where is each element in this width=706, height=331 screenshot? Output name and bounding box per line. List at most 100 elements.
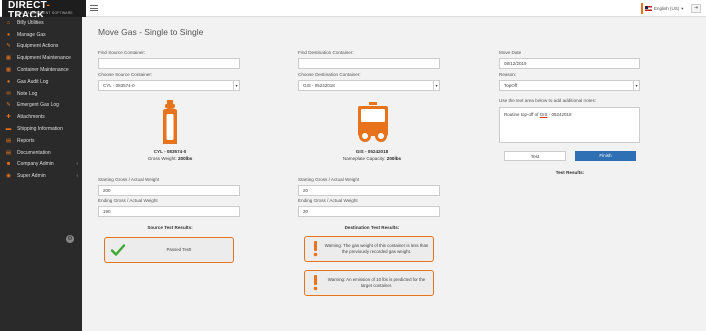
source-starting-weight-label: Starting Gross / Actual Weight	[98, 177, 160, 182]
logout-icon: ⇥	[693, 5, 699, 11]
sidebar-item-label: Billy Utilities	[17, 19, 44, 26]
accent-divider	[641, 3, 643, 14]
sidebar-item-label: Shipping Information	[17, 126, 63, 133]
gis-container-icon	[358, 102, 388, 142]
gear-icon[interactable]: ⚙	[66, 235, 74, 243]
destination-warning-message-1: Warning: The gas weight of this containe…	[324, 243, 429, 254]
find-source-input[interactable]	[98, 58, 240, 69]
container-icon: ▦	[5, 67, 12, 74]
sidebar-item-documentation[interactable]: ▤ Documentation	[0, 147, 82, 159]
sidebar-item-shipping-information[interactable]: ▬ Shipping Information	[0, 123, 82, 135]
move-date-label: Move Date	[499, 50, 522, 55]
logo-subtitle: SF6 MANAGEMENT SOFTWARE	[16, 11, 73, 15]
chevron-left-icon: ‹	[76, 161, 78, 168]
chevron-down-icon: ▾	[433, 81, 439, 90]
logout-button[interactable]: ⇥	[691, 4, 701, 13]
sidebar-item-equipment-actions[interactable]: ✎ Equipment Actions	[0, 41, 82, 53]
sidebar-item-reports[interactable]: ▤ Reports	[0, 135, 82, 147]
source-ending-weight-label: Ending Gross / Actual Weight	[98, 198, 158, 203]
sidebar-item-label: Gas Audit Log	[17, 78, 49, 85]
us-flag-icon	[645, 6, 652, 11]
menu-toggle-icon[interactable]	[88, 2, 100, 14]
sidebar-item-label: Attachments	[17, 114, 45, 121]
notes-textarea[interactable]: Routine top-off of GIS - 05242018	[499, 107, 640, 143]
notes-label: Use the text area below to add additiona…	[499, 98, 597, 103]
capacity-value: 200lbs	[386, 156, 402, 161]
reports-icon: ▤	[5, 137, 12, 144]
cylinder-icon	[163, 100, 177, 144]
destination-warning-box: Warning: The gas weight of this containe…	[304, 236, 434, 262]
destination-warning-message-2: Warning: An emission of 10 lbs is predic…	[327, 277, 426, 288]
choose-source-select[interactable]: CYL - 083574-0 ▾	[98, 80, 240, 91]
destination-ending-weight-input[interactable]: 30	[298, 206, 440, 217]
language-selector[interactable]: English (US) ▾	[641, 3, 684, 14]
destination-ending-weight-label: Ending Gross / Actual Weight	[298, 198, 358, 203]
sidebar-item-manage-gas[interactable]: ● Manage Gas	[0, 29, 82, 41]
reason-label: Reason:	[499, 72, 517, 77]
gross-weight-label: Gross Weight:	[147, 156, 177, 161]
sidebar-item-label: Reports	[17, 137, 35, 144]
sidebar-item-container-maintenance[interactable]: ▦ Container Maintenance	[0, 64, 82, 76]
destination-starting-weight-input[interactable]: 20	[298, 185, 440, 196]
emergent-icon: ✎	[6, 102, 11, 109]
sidebar-item-super-admin[interactable]: ◉ Super Admin ‹	[0, 170, 82, 182]
sidebar-item-label: Note Log	[17, 90, 38, 97]
sidebar-item-label: Super Admin	[17, 173, 46, 180]
sidebar-item-gas-audit-log[interactable]: ● Gas Audit Log	[0, 76, 82, 88]
chevron-down-icon: ▾	[681, 5, 684, 11]
source-gross-weight: Gross Weight: 200lbs	[128, 156, 212, 161]
source-starting-weight-input[interactable]: 200	[98, 185, 240, 196]
choose-destination-label: Choose Destination Container:	[298, 72, 361, 77]
finish-button[interactable]: Finish	[575, 151, 636, 161]
sidebar-item-label: Equipment Actions	[17, 43, 59, 50]
attachment-icon: ✚	[6, 114, 11, 121]
sidebar-item-emergent-gas-log[interactable]: ✎ Emergent Gas Log	[0, 100, 82, 112]
test-results-title: Test Results:	[555, 170, 585, 175]
language-label: English (US)	[654, 6, 680, 11]
gas-log-icon: ●	[6, 78, 11, 85]
find-destination-label: Find Destination Container:	[298, 50, 354, 55]
reason-value: TopOff	[504, 83, 518, 88]
test-button[interactable]: Test	[504, 151, 566, 161]
logo[interactable]: DIRECT-TRACK SF6 MANAGEMENT SOFTWARE	[2, 0, 86, 21]
destination-starting-weight-label: Starting Gross / Actual Weight	[298, 177, 360, 182]
sidebar-item-label: Container Maintenance	[17, 67, 69, 74]
sidebar-item-company-admin[interactable]: ☻ Company Admin ‹	[0, 159, 82, 171]
sidebar-item-label: Manage Gas	[17, 31, 46, 38]
home-icon: ⌂	[6, 19, 11, 26]
sidebar-item-billy-utilities[interactable]: ⌂ Billy Utilities	[0, 17, 82, 29]
source-ending-weight-input[interactable]: 190	[98, 206, 240, 217]
find-destination-input[interactable]	[298, 58, 440, 69]
source-result-box: Passed Test!	[104, 237, 234, 263]
notes-text-suffix: - 05242018	[547, 112, 572, 117]
super-admin-icon: ◉	[6, 173, 11, 180]
note-icon: ✉	[6, 90, 11, 97]
capacity-label: Nameplate Capacity:	[342, 156, 386, 161]
checkmark-icon	[111, 244, 125, 256]
sidebar-item-attachments[interactable]: ✚ Attachments	[0, 111, 82, 123]
find-source-label: Find Source Container:	[98, 50, 146, 55]
source-results-title: Source Test Results:	[147, 225, 193, 230]
company-admin-icon: ☻	[5, 161, 12, 168]
sidebar-item-label: Company Admin	[17, 161, 54, 168]
sidebar-item-label: Emergent Gas Log	[17, 102, 59, 109]
choose-source-value: CYL - 083574-0	[103, 83, 135, 88]
source-result-message: Passed Test!	[166, 247, 192, 252]
reason-select[interactable]: TopOff ▾	[499, 80, 640, 91]
move-date-input[interactable]: 08/12/2019	[499, 58, 640, 69]
destination-container-name: GIS - 05242018	[355, 149, 389, 154]
notes-text-prefix: Routine top-off of	[504, 112, 540, 117]
chevron-down-icon: ▾	[633, 81, 639, 90]
choose-destination-value: GIS - 05242018	[303, 83, 335, 88]
choose-destination-select[interactable]: GIS - 05242018 ▾	[298, 80, 440, 91]
sidebar-item-label: Documentation	[17, 149, 51, 156]
equipment-icon: ▦	[5, 55, 12, 62]
documentation-icon: ▤	[5, 149, 12, 156]
choose-source-label: Choose Source Container:	[98, 72, 153, 77]
destination-emission-box: Warning: An emission of 10 lbs is predic…	[304, 270, 434, 296]
wrench-icon: ✎	[6, 43, 11, 50]
sidebar-item-equipment-maintenance[interactable]: ▦ Equipment Maintenance	[0, 52, 82, 64]
sidebar-item-note-log[interactable]: ✉ Note Log	[0, 88, 82, 100]
gross-weight-value: 200lbs	[178, 156, 193, 161]
chevron-left-icon: ‹	[76, 173, 78, 180]
